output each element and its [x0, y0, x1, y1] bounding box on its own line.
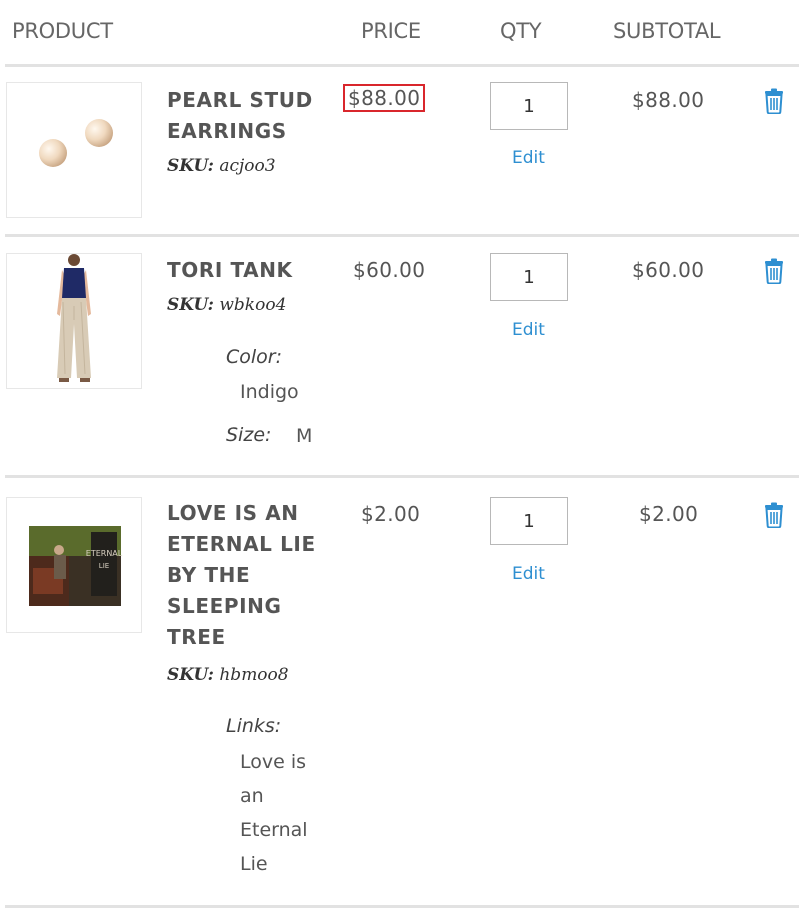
- svg-text:LIE: LIE: [99, 562, 109, 570]
- row-divider: [5, 905, 799, 908]
- edit-link[interactable]: Edit: [512, 148, 545, 168]
- option-label: Color:: [226, 346, 283, 368]
- unit-price: $2.00: [361, 502, 421, 526]
- option-label: Links:: [226, 715, 282, 737]
- product-image[interactable]: [6, 253, 142, 389]
- option-label: Size:: [226, 424, 272, 446]
- option-value: Indigo: [240, 381, 299, 403]
- column-header-price: PRICE: [361, 19, 421, 43]
- row-subtotal: $88.00: [632, 88, 705, 112]
- trash-icon[interactable]: [763, 502, 785, 532]
- quantity-input[interactable]: 1: [490, 82, 568, 130]
- product-sku: SKU: acjoo3: [167, 156, 276, 176]
- quantity-input[interactable]: 1: [490, 253, 568, 301]
- trash-icon[interactable]: [763, 88, 785, 118]
- row-divider: [5, 475, 799, 478]
- column-header-product: PRODUCT: [12, 19, 113, 43]
- product-sku: SKU: wbkoo4: [167, 295, 287, 315]
- trash-icon[interactable]: [763, 258, 785, 288]
- product-name[interactable]: PEARL STUD EARRINGS: [167, 85, 342, 147]
- row-subtotal: $2.00: [639, 502, 699, 526]
- product-image[interactable]: [6, 82, 142, 218]
- header-divider: [5, 64, 799, 67]
- row-divider: [5, 234, 799, 237]
- product-image[interactable]: ETERNAL LIE: [6, 497, 142, 633]
- column-header-subtotal: SUBTOTAL: [613, 19, 721, 43]
- edit-link[interactable]: Edit: [512, 564, 545, 584]
- edit-link[interactable]: Edit: [512, 320, 545, 340]
- column-header-qty: QTY: [500, 19, 542, 43]
- option-value: M: [296, 425, 313, 447]
- product-name[interactable]: TORI TANK: [167, 255, 342, 286]
- row-subtotal: $60.00: [632, 258, 705, 282]
- svg-text:ETERNAL: ETERNAL: [86, 549, 123, 558]
- option-link[interactable]: Love is an Eternal Lie: [240, 745, 308, 881]
- unit-price: $60.00: [353, 258, 426, 282]
- quantity-input[interactable]: 1: [490, 497, 568, 545]
- product-sku: SKU: hbmoo8: [167, 665, 289, 685]
- unit-price: $88.00: [343, 84, 426, 112]
- product-name[interactable]: LOVE IS AN ETERNAL LIE BY THE SLEEPING T…: [167, 498, 342, 653]
